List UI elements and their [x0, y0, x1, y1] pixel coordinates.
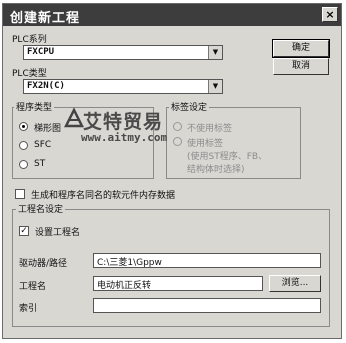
radio-st-label: ST: [34, 159, 46, 169]
set-project-name-label: 设置工程名: [35, 228, 81, 238]
project-name-title: 工程名设定: [16, 202, 66, 215]
new-project-dialog: 创建新工程 × PLC系列 FXCPU ▼ PLC类型 FX2N(C) ▼ 确定…: [2, 3, 342, 339]
index-input[interactable]: [93, 298, 321, 313]
plc-type-value: FX2N(C): [27, 81, 65, 91]
project-name-label: 工程名: [19, 282, 47, 292]
title-bar: 创建新工程 ×: [3, 4, 341, 26]
memory-data-label: 生成和程序名同名的软元件内存数据: [31, 191, 176, 201]
set-project-name-checkbox[interactable]: ✓: [19, 226, 29, 236]
project-name-value: 电动机正反转: [97, 281, 152, 291]
radio-no-labels[interactable]: [173, 122, 182, 131]
radio-no-labels-label: 不使用标签: [187, 124, 233, 134]
radio-use-labels-label: 使用标签: [187, 139, 224, 149]
label-note-line2: 结构体时选择): [187, 165, 245, 175]
close-button[interactable]: ×: [322, 7, 338, 22]
project-name-input[interactable]: 电动机正反转: [93, 276, 263, 291]
radio-ladder-label: 梯形图: [34, 124, 62, 134]
radio-sfc-label: SFC: [34, 140, 52, 150]
watermark-logo-icon: [63, 107, 85, 128]
browse-button[interactable]: 浏览...: [269, 275, 321, 292]
index-label: 索引: [19, 304, 38, 314]
chevron-down-icon[interactable]: ▼: [208, 46, 222, 59]
drive-path-input[interactable]: C:\三菱1\Gppw: [93, 253, 321, 268]
radio-sfc[interactable]: [19, 141, 28, 150]
drive-path-label: 驱动器/路径: [19, 259, 68, 269]
memory-data-checkbox[interactable]: [15, 189, 25, 199]
drive-path-value: C:\三菱1\Gppw: [97, 258, 162, 268]
label-note-line1: (使用ST程序、FB、: [187, 152, 268, 162]
chevron-down-icon[interactable]: ▼: [208, 80, 222, 93]
label-settings-title: 标签设定: [169, 100, 210, 113]
plc-type-select[interactable]: FX2N(C) ▼: [23, 79, 223, 94]
plc-series-label: PLC系列: [12, 35, 47, 45]
watermark-text: 艾特贸易: [83, 111, 164, 133]
radio-ladder[interactable]: [19, 122, 28, 131]
cancel-button[interactable]: 取消: [273, 58, 329, 75]
dialog-title: 创建新工程: [10, 11, 81, 26]
watermark-url: www.aitmy.com: [81, 131, 168, 144]
program-type-title: 程序类型: [14, 100, 55, 113]
radio-use-labels[interactable]: [173, 137, 182, 146]
plc-type-label: PLC类型: [12, 69, 47, 79]
plc-series-value: FXCPU: [27, 47, 55, 57]
plc-series-select[interactable]: FXCPU ▼: [23, 45, 223, 60]
ok-button[interactable]: 确定: [272, 39, 330, 58]
radio-st[interactable]: [19, 160, 28, 169]
